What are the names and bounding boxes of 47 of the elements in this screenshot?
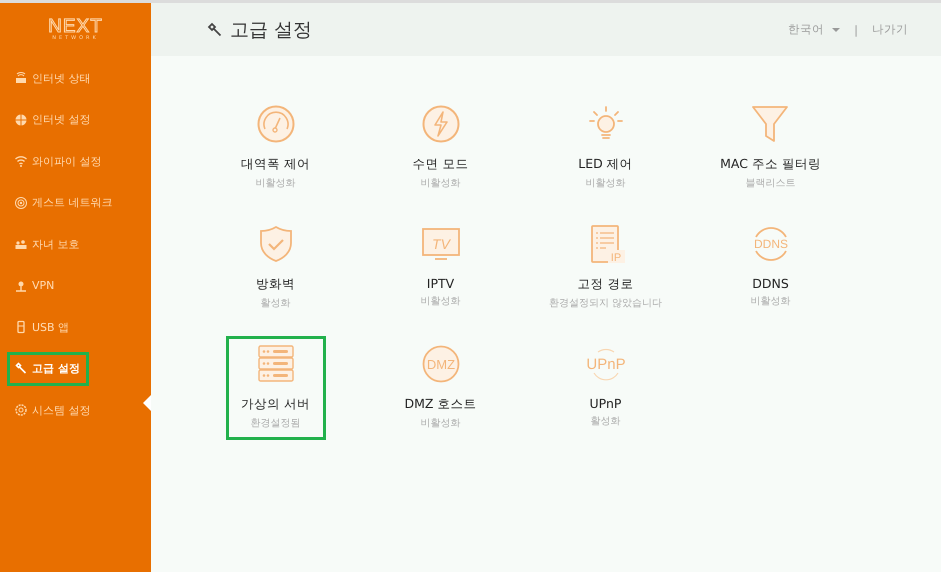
tile-title: MAC 주소 필터링 bbox=[720, 156, 821, 173]
feature-tile[interactable]: TV IPTV 비활성화 bbox=[390, 216, 490, 320]
wrench-icon bbox=[14, 362, 28, 376]
tile-status: 블랙리스트 bbox=[745, 177, 796, 190]
tile-title: UPnP bbox=[590, 396, 622, 411]
tile-title: IPTV bbox=[426, 276, 454, 291]
server-icon bbox=[256, 344, 296, 384]
feature-tile[interactable]: DMZ DMZ 호스트 비활성화 bbox=[390, 336, 490, 440]
tile-title: DMZ 호스트 bbox=[404, 396, 476, 413]
feature-tile[interactable]: LED 제어 비활성화 bbox=[556, 96, 656, 200]
wifi-icon bbox=[14, 154, 28, 168]
tile-status: 활성화 bbox=[260, 297, 290, 310]
separator: | bbox=[854, 22, 858, 36]
feature-tile[interactable]: DDNS DDNS 비활성화 bbox=[720, 216, 820, 320]
feature-tile[interactable]: IP 고정 경로 환경설정되지 않았습니다 bbox=[542, 216, 670, 320]
router-icon bbox=[14, 71, 28, 86]
tile-status: 비활성화 bbox=[420, 177, 460, 190]
tile-status: 환경설정되지 않았습니다 bbox=[548, 297, 662, 310]
tile-status: 활성화 bbox=[590, 415, 620, 428]
lightning-icon bbox=[420, 104, 460, 144]
feature-tile[interactable]: UPnP UPnP 활성화 bbox=[556, 336, 656, 440]
tile-title: 수면 모드 bbox=[412, 156, 468, 173]
tile-title: 대역폭 제어 bbox=[241, 156, 310, 173]
tile-title: 고정 경로 bbox=[578, 276, 634, 293]
feature-tile[interactable]: 수면 모드 비활성화 bbox=[390, 96, 490, 200]
tile-status: 비활성화 bbox=[420, 295, 460, 308]
tile-status: 환경설정됨 bbox=[250, 417, 300, 430]
tile-title: LED 제어 bbox=[578, 156, 633, 173]
circle-icon: DMZ bbox=[420, 344, 460, 384]
funnel-icon bbox=[750, 104, 790, 144]
tile-title: 가상의 서버 bbox=[241, 396, 310, 413]
feature-tile[interactable]: MAC 주소 필터링 블랙리스트 bbox=[713, 96, 828, 200]
feature-tile[interactable]: 가상의 서버 환경설정됨 bbox=[226, 336, 326, 440]
family-icon bbox=[14, 237, 28, 252]
tile-title: DDNS bbox=[752, 276, 789, 291]
feature-tile[interactable]: 대역폭 제어 비활성화 bbox=[226, 96, 326, 200]
gauge-icon bbox=[256, 104, 296, 144]
tile-status: 비활성화 bbox=[586, 177, 626, 190]
gear-icon bbox=[14, 403, 28, 418]
feature-tile[interactable]: 방화벽 활성화 bbox=[226, 216, 326, 320]
tile-status: 비활성화 bbox=[420, 417, 460, 430]
globe-icon bbox=[14, 112, 28, 127]
page-title: 고급 설정 bbox=[230, 18, 312, 42]
tile-title: 방화벽 bbox=[256, 276, 295, 293]
tile-status: 비활성화 bbox=[256, 177, 296, 190]
wrench-icon bbox=[207, 22, 223, 38]
tile-status: 비활성화 bbox=[750, 295, 790, 308]
